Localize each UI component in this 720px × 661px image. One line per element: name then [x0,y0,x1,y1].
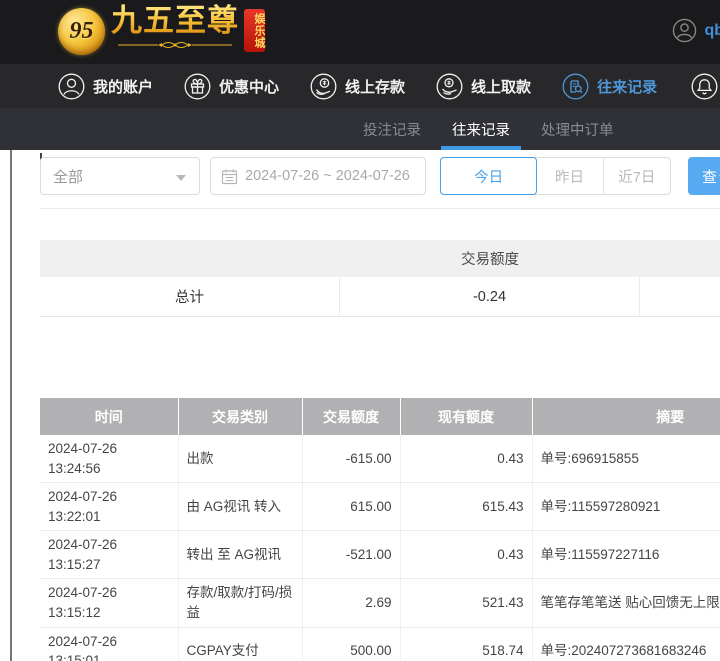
tab-pending-orders[interactable]: 处理中订单 [541,108,614,150]
cell-amount: 615.00 [302,483,400,531]
cell-time: 2024-07-26 13:22:01 [40,483,178,531]
cell-time: 2024-07-26 13:24:56 [40,435,178,483]
tab-transaction-records[interactable]: 往来记录 [452,108,510,150]
col-header-type: 交易类别 [178,398,302,435]
transactions-table: 时间 交易类别 交易额度 现有额度 摘要 2024-07-26 13:24:56… [40,398,720,661]
sub-nav: 投注记录 往来记录 处理中订单 [0,108,720,150]
records-icon [562,73,589,100]
quick-range-group: 今日 昨日 近7日 [440,157,671,195]
cell-time: 2024-07-26 13:15:01 [40,627,178,661]
summary-total-label: 总计 [40,277,340,316]
logo-subtitle-badge: 娱乐城 [244,9,265,52]
nav-item-transaction-records[interactable]: 往来记录 [562,73,657,100]
bell-icon [691,73,718,100]
cell-note: 单号:696915855 [532,435,720,483]
cell-balance: 0.43 [400,531,532,579]
cell-type: 转出 至 AG视讯 [178,531,302,579]
quick-range-yesterday[interactable]: 昨日 [536,158,603,194]
content-panel: 全部 2024-07-26 ~ 2024-07-26 今日 [0,150,720,661]
summary-header-amount: 交易额度 [340,240,640,277]
col-header-time: 时间 [40,398,178,435]
summary-header-row: 交易额度 [40,240,720,277]
table-row: 2024-07-26 13:24:56 出款 -615.00 0.43 单号:6… [40,435,720,483]
quick-range-label: 昨日 [555,166,584,187]
type-select-value: 全部 [53,166,83,187]
logo-emblem-icon: 95 [58,8,105,55]
nav-item-my-account[interactable]: 我的账户 [58,73,153,100]
cell-amount: -521.00 [302,531,400,579]
cell-amount: 500.00 [302,627,400,661]
gift-icon [184,73,211,100]
cell-balance: 521.43 [400,579,532,627]
nav-label: 我的账户 [93,76,153,97]
quick-range-label: 今日 [474,166,503,187]
nav-label: 线上存款 [345,76,405,97]
search-button-label: 查询 [702,166,720,187]
user-icon [58,73,85,100]
tab-label: 处理中订单 [541,119,614,140]
cell-type: 存款/取款/打码/损益 [178,579,302,627]
nav-item-notifications[interactable] [691,73,718,100]
table-row: 2024-07-26 13:22:01 由 AG视讯 转入 615.00 615… [40,483,720,531]
nav-label: 往来记录 [597,76,657,97]
summary-table: 交易额度 总计 -0.24 [40,240,720,317]
table-row: 2024-07-26 13:15:01 CGPAY支付 500.00 518.7… [40,627,720,661]
date-range-value: 2024-07-26 ~ 2024-07-26 [245,168,410,184]
cell-balance: 615.43 [400,483,532,531]
col-header-amount: 交易额度 [302,398,400,435]
nav-label: 优惠中心 [219,76,279,97]
table-row: 2024-07-26 13:15:27 转出 至 AG视讯 -521.00 0.… [40,531,720,579]
nav-item-online-deposit[interactable]: 线上存款 [310,73,405,100]
cell-note: 单号:115597280921 [532,483,720,531]
table-row: 2024-07-26 13:15:12 存款/取款/打码/损益 2.69 521… [40,579,720,627]
summary-header-empty2 [640,240,720,277]
cell-time: 2024-07-26 13:15:12 [40,579,178,627]
quick-range-last7days[interactable]: 近7日 [604,158,670,194]
cell-balance: 0.43 [400,435,532,483]
withdraw-icon [436,73,463,100]
tab-betting-records[interactable]: 投注记录 [363,108,421,150]
avatar-icon[interactable] [672,18,697,43]
date-range-input[interactable]: 2024-07-26 ~ 2024-07-26 [210,157,426,195]
cell-amount: -615.00 [302,435,400,483]
search-button[interactable]: 查询 [688,157,720,195]
tab-label: 投注记录 [363,119,421,140]
nav-label: 线上取款 [471,76,531,97]
logo-title: 九五至尊 [111,4,239,38]
username[interactable]: qb [704,22,720,40]
summary-total-empty [640,277,720,316]
nav-item-online-withdraw[interactable]: 线上取款 [436,73,531,100]
type-select[interactable]: 全部 [40,157,200,195]
summary-header-empty [40,240,340,277]
summary-total-value: -0.24 [340,277,640,316]
divider [40,208,720,209]
table-header-row: 时间 交易类别 交易额度 现有额度 摘要 [40,398,720,435]
cell-type: 由 AG视讯 转入 [178,483,302,531]
nav-item-promotions[interactable]: 优惠中心 [184,73,279,100]
cell-type: CGPAY支付 [178,627,302,661]
deposit-icon [310,73,337,100]
panel-left-border [10,150,12,661]
logo-flourish-icon [116,39,234,51]
quick-range-label: 近7日 [618,166,655,187]
summary-total-row: 总计 -0.24 [40,277,720,317]
col-header-note: 摘要 [532,398,720,435]
cell-note: 单号:202407273681683246 [532,627,720,661]
main-nav: 我的账户 优惠中心 [0,64,720,108]
top-header: 95 九五至尊 娱乐城 [0,0,720,64]
cell-balance: 518.74 [400,627,532,661]
col-header-balance: 现有额度 [400,398,532,435]
cell-note: 单号:115597227116 [532,531,720,579]
cell-amount: 2.69 [302,579,400,627]
calendar-icon [221,168,238,185]
chevron-down-icon [176,175,186,181]
logo[interactable]: 95 九五至尊 娱乐城 [58,4,265,60]
cell-note: 笔笔存笔笔送 贴心回馈无上限 [532,579,720,627]
tab-label: 往来记录 [452,119,510,140]
screen: 95 九五至尊 娱乐城 [0,0,720,661]
cell-time: 2024-07-26 13:15:27 [40,531,178,579]
logo-monogram: 95 [70,18,94,45]
cell-type: 出款 [178,435,302,483]
quick-range-today[interactable]: 今日 [440,157,537,195]
